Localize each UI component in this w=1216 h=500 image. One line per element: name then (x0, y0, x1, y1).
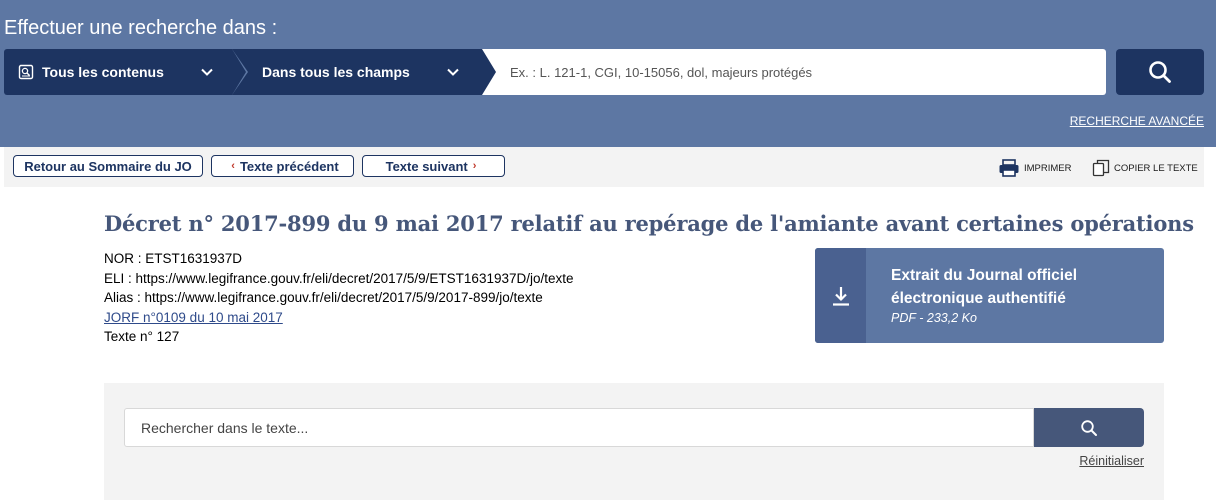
text-search-button[interactable] (1034, 408, 1144, 447)
copy-icon (1092, 159, 1110, 177)
text-search-panel: Réinitialiser (104, 383, 1164, 500)
search-input[interactable] (510, 64, 1106, 80)
search-button[interactable] (1116, 49, 1204, 95)
back-to-summary-button[interactable]: Retour au Sommaire du JO (13, 155, 203, 177)
dropdown-arrow (232, 49, 246, 95)
search-icon (1081, 419, 1097, 436)
jorf-link[interactable]: JORF n°0109 du 10 mai 2017 (104, 310, 283, 325)
chevron-down-icon (447, 68, 459, 76)
search-bar: Tous les contenus Dans tous les champs (4, 49, 1106, 95)
scope-dropdown-label: Tous les contenus (42, 64, 164, 80)
printer-icon (999, 159, 1019, 177)
pdf-size: PDF - 233,2 Ko (891, 311, 977, 325)
search-icon (1149, 61, 1171, 83)
chevron-right-icon: › (472, 160, 477, 172)
toolbar: Retour au Sommaire du JO ‹ Texte précéde… (4, 147, 1204, 187)
pdf-download-button[interactable]: Extrait du Journal officiel électronique… (815, 248, 1164, 343)
next-text-button[interactable]: Texte suivant › (362, 155, 505, 177)
pdf-title-line1: Extrait du Journal officiel (891, 267, 1078, 284)
text-search-wrapper (124, 408, 1034, 447)
eli-line: ELI : https://www.legifrance.gouv.fr/eli… (104, 270, 574, 286)
nor-line: NOR : ETST1631937D (104, 251, 243, 266)
field-dropdown-label: Dans tous les champs (262, 64, 410, 80)
document-search-icon (18, 64, 34, 80)
next-text-label: Texte suivant (385, 158, 468, 174)
header-title: Effectuer une recherche dans : (4, 17, 278, 39)
texte-number: Texte n° 127 (104, 329, 180, 344)
pdf-icon-panel (815, 248, 866, 343)
copy-text-label: COPIER LE TEXTE (1114, 162, 1198, 174)
document-title: Décret n° 2017-899 du 9 mai 2017 relatif… (104, 211, 1194, 236)
scope-dropdown[interactable]: Tous les contenus (4, 49, 248, 95)
copy-text-button[interactable]: COPIER LE TEXTE (1092, 159, 1198, 177)
alias-line: Alias : https://www.legifrance.gouv.fr/e… (104, 290, 543, 305)
search-input-wrapper (482, 49, 1106, 95)
search-header: Effectuer une recherche dans : Tous les … (0, 0, 1216, 147)
print-label: IMPRIMER (1024, 162, 1072, 174)
previous-text-button[interactable]: ‹ Texte précédent (211, 155, 354, 177)
dropdown-arrow (482, 49, 496, 95)
pdf-text: Extrait du Journal officiel électronique… (866, 248, 1077, 343)
field-dropdown[interactable]: Dans tous les champs (232, 49, 496, 95)
chevron-down-icon (201, 68, 213, 76)
previous-text-label: Texte précédent (239, 158, 339, 174)
advanced-search-link[interactable]: RECHERCHE AVANCÉE (1070, 114, 1204, 128)
text-search-input[interactable] (141, 419, 1033, 436)
back-to-summary-label: Retour au Sommaire du JO (24, 158, 192, 174)
chevron-left-icon: ‹ (231, 160, 235, 172)
download-icon (832, 286, 849, 306)
reset-link[interactable]: Réinitialiser (1079, 454, 1144, 468)
print-button[interactable]: IMPRIMER (998, 159, 1072, 177)
pdf-title-line2: électronique authentifié (891, 290, 1066, 307)
document-metadata: NOR : ETST1631937D ELI : https://www.leg… (104, 249, 574, 347)
